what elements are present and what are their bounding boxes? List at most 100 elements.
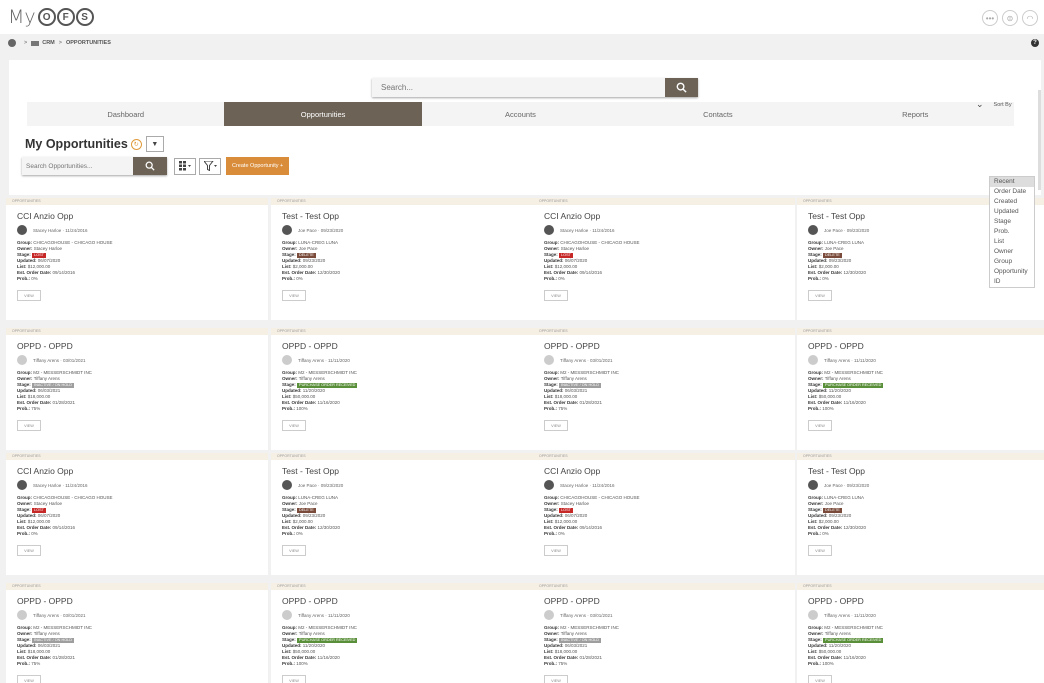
refresh-icon[interactable]: ↻ xyxy=(130,138,142,150)
card-title[interactable]: CCI Anzio Opp xyxy=(17,466,268,476)
opportunity-card[interactable]: OPPORTUNITIES OPPD - OPPD Tiffany Arens · … xyxy=(6,583,268,683)
field-prob: Prob.: 75% xyxy=(544,661,795,667)
tab-accounts[interactable]: Accounts xyxy=(422,102,619,126)
breadcrumb-opportunities[interactable]: OPPORTUNITIES xyxy=(66,40,111,46)
view-button[interactable]: VIEW xyxy=(282,420,306,431)
view-button[interactable]: VIEW xyxy=(544,675,568,683)
view-button[interactable]: VIEW xyxy=(808,545,832,556)
opportunity-search-input[interactable] xyxy=(22,157,133,175)
field-label: Stage: xyxy=(17,507,31,512)
opportunity-card[interactable]: OPPORTUNITIES CCI Anzio Opp Stacey Harloe … xyxy=(533,198,795,320)
sort-control[interactable]: ⌄ Sort By xyxy=(976,99,1012,110)
opportunity-card[interactable]: OPPORTUNITIES OPPD - OPPD Tiffany Arens · … xyxy=(271,328,533,450)
sort-option-opportunity[interactable]: Opportunity xyxy=(990,267,1034,277)
view-button[interactable]: VIEW xyxy=(282,675,306,683)
tab-dashboard[interactable]: Dashboard xyxy=(27,102,224,126)
view-button[interactable]: VIEW xyxy=(282,290,306,301)
field-value: 01/28/2021 xyxy=(579,655,603,660)
sort-option-id[interactable]: ID xyxy=(990,277,1034,287)
help-icon[interactable]: ? xyxy=(1031,39,1039,47)
card-owner-date: Joe Pace · 09/23/2020 xyxy=(298,482,344,488)
opportunity-card[interactable]: OPPORTUNITIES OPPD - OPPD Tiffany Arens · … xyxy=(533,328,795,450)
card-title[interactable]: Test - Test Opp xyxy=(808,466,1044,476)
opportunity-card[interactable]: OPPORTUNITIES CCI Anzio Opp Stacey Harloe … xyxy=(6,453,268,575)
sort-option-prob[interactable]: Prob. xyxy=(990,227,1034,237)
opportunity-card[interactable]: OPPORTUNITIES Test - Test Opp Joe Pace · 0… xyxy=(271,198,533,320)
card-owner-date: Stacey Harloe · 11/24/2016 xyxy=(33,227,88,233)
global-search-button[interactable] xyxy=(665,78,698,97)
sort-option-group[interactable]: Group xyxy=(990,257,1034,267)
panel-scrollbar[interactable] xyxy=(1038,90,1041,190)
opportunity-card[interactable]: OPPORTUNITIES OPPD - OPPD Tiffany Arens · … xyxy=(6,328,268,450)
card-title[interactable]: OPPD - OPPD xyxy=(282,341,533,351)
user-avatar[interactable] xyxy=(8,39,16,47)
sort-option-owner[interactable]: Owner xyxy=(990,247,1034,257)
opportunity-card[interactable]: OPPORTUNITIES CCI Anzio Opp Stacey Harloe … xyxy=(533,453,795,575)
view-button[interactable]: VIEW xyxy=(17,545,41,556)
opportunity-card[interactable]: OPPORTUNITIES OPPD - OPPD Tiffany Arens · … xyxy=(533,583,795,683)
card-title[interactable]: CCI Anzio Opp xyxy=(17,211,268,221)
view-button[interactable]: VIEW xyxy=(544,290,568,301)
field-label: Updated: xyxy=(544,388,564,393)
tab-opportunities[interactable]: Opportunities xyxy=(224,102,422,126)
view-dropdown-button[interactable]: ▼ xyxy=(145,136,164,152)
field-label: Owner: xyxy=(544,501,560,506)
field-label: Group: xyxy=(808,495,823,500)
view-button[interactable]: VIEW xyxy=(17,420,41,431)
field-label: Group: xyxy=(544,370,559,375)
field-value: Tiffany Arens xyxy=(33,631,60,636)
view-button[interactable]: VIEW xyxy=(17,290,41,301)
opportunity-search-button[interactable] xyxy=(133,157,167,175)
card-owner-line: Tiffany Arens · 03/01/2021 xyxy=(17,355,268,365)
card-title[interactable]: OPPD - OPPD xyxy=(17,341,268,351)
view-button[interactable]: VIEW xyxy=(17,675,41,683)
card-title[interactable]: OPPD - OPPD xyxy=(544,341,795,351)
opportunity-card[interactable]: OPPORTUNITIES CCI Anzio Opp Stacey Harloe … xyxy=(6,198,268,320)
card-title[interactable]: OPPD - OPPD xyxy=(17,596,268,606)
sort-option-recent[interactable]: Recent xyxy=(990,177,1034,187)
card-title[interactable]: OPPD - OPPD xyxy=(808,341,1044,351)
breadcrumb-crm[interactable]: CRM xyxy=(42,40,55,46)
tab-contacts[interactable]: Contacts xyxy=(619,102,816,126)
view-button[interactable]: VIEW xyxy=(808,675,832,683)
create-opportunity-button[interactable]: Create Opportunity + xyxy=(226,157,290,175)
avatar xyxy=(544,480,554,490)
app-logo[interactable]: My O F S xyxy=(8,5,94,29)
messages-icon[interactable]: ⊜ xyxy=(1002,10,1018,26)
card-title[interactable]: OPPD - OPPD xyxy=(808,596,1044,606)
opportunity-card[interactable]: OPPORTUNITIES OPPD - OPPD Tiffany Arens · … xyxy=(797,328,1044,450)
field-label: Updated: xyxy=(282,258,302,263)
card-title[interactable]: OPPD - OPPD xyxy=(544,596,795,606)
support-icon[interactable]: ◠ xyxy=(1022,10,1038,26)
sort-option-stage[interactable]: Stage xyxy=(990,217,1034,227)
card-owner-date: Joe Pace · 09/23/2020 xyxy=(824,227,870,233)
card-title[interactable]: Test - Test Opp xyxy=(282,211,533,221)
field-value: Stacey Harloe xyxy=(33,246,63,251)
card-title[interactable]: CCI Anzio Opp xyxy=(544,211,795,221)
card-owner-date: Tiffany Arens · 03/01/2021 xyxy=(560,357,613,363)
card-title[interactable]: OPPD - OPPD xyxy=(282,596,533,606)
view-button[interactable]: VIEW xyxy=(282,545,306,556)
logo-prefix: My xyxy=(8,6,36,28)
view-button[interactable]: VIEW xyxy=(808,420,832,431)
sort-option-list[interactable]: List xyxy=(990,237,1034,247)
card-title[interactable]: CCI Anzio Opp xyxy=(544,466,795,476)
more-icon[interactable]: ••• xyxy=(982,10,998,26)
opportunity-card[interactable]: OPPORTUNITIES OPPD - OPPD Tiffany Arens · … xyxy=(797,583,1044,683)
card-title[interactable]: Test - Test Opp xyxy=(282,466,533,476)
field-value: M2 - MESSERSCHMIDT INC xyxy=(298,370,357,375)
view-button[interactable]: VIEW xyxy=(544,545,568,556)
global-search-input[interactable] xyxy=(372,78,665,97)
opportunity-card[interactable]: OPPORTUNITIES Test - Test Opp Joe Pace · 0… xyxy=(797,453,1044,575)
filter-button[interactable] xyxy=(199,157,221,175)
grid-view-button[interactable] xyxy=(174,157,196,175)
opportunity-card[interactable]: OPPORTUNITIES OPPD - OPPD Tiffany Arens · … xyxy=(271,583,533,683)
opportunity-card[interactable]: OPPORTUNITIES Test - Test Opp Joe Pace · 0… xyxy=(271,453,533,575)
view-button[interactable]: VIEW xyxy=(544,420,568,431)
sort-option-updated[interactable]: Updated xyxy=(990,207,1034,217)
card-header: OPPORTUNITIES xyxy=(797,583,1044,590)
view-button[interactable]: VIEW xyxy=(808,290,832,301)
sort-option-order-date[interactable]: Order Date xyxy=(990,187,1034,197)
sort-option-created[interactable]: Created xyxy=(990,197,1034,207)
opportunity-search xyxy=(22,157,167,175)
